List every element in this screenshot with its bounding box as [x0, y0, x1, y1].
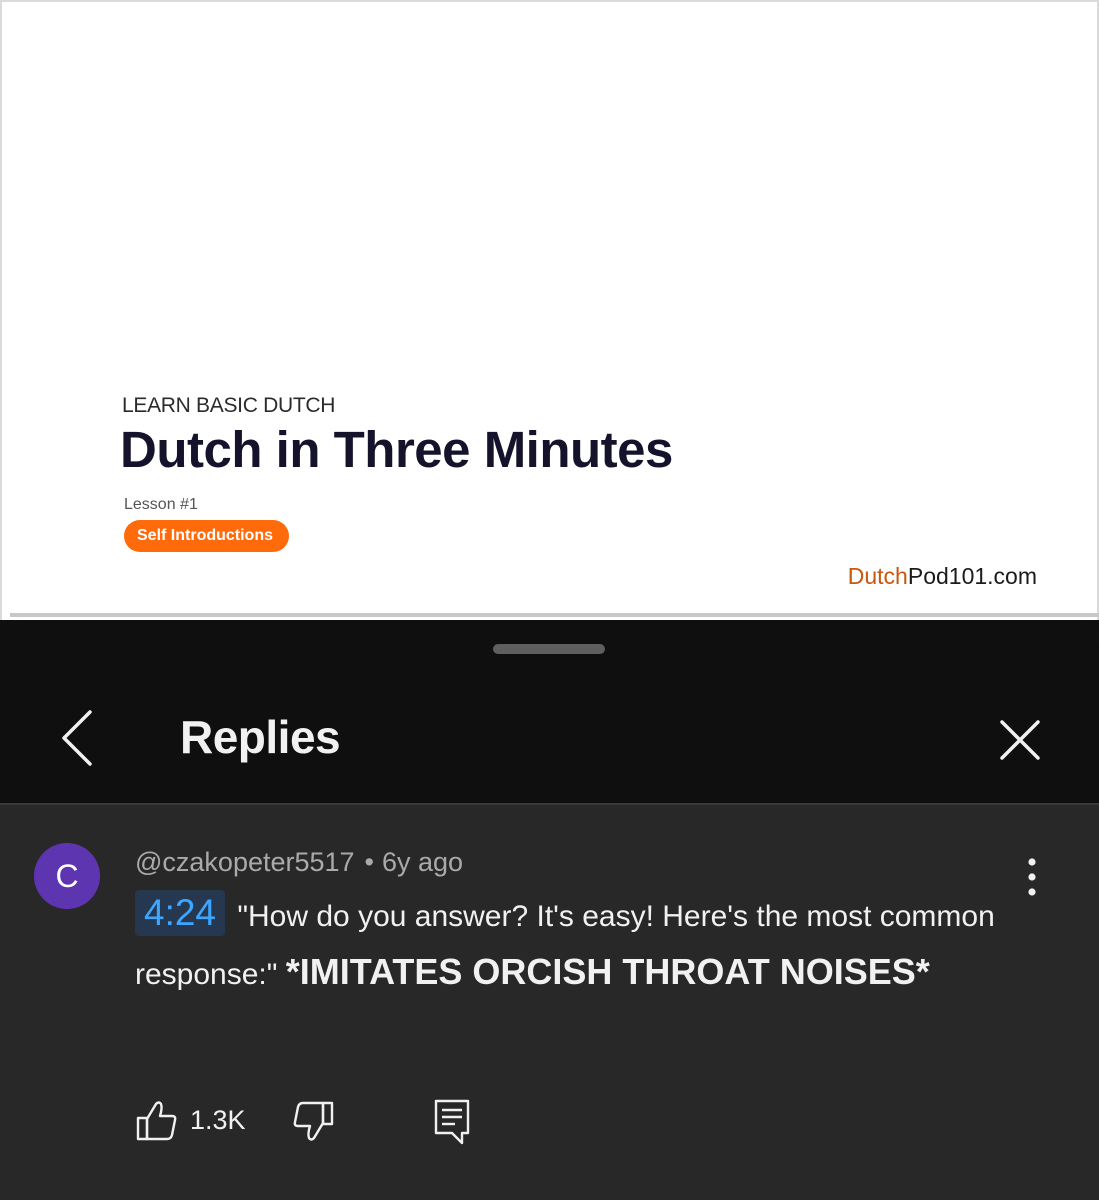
- thumbs-down-icon: [293, 1101, 334, 1141]
- comment-item: C @czakopeter5517 • 6y ago 4:24 "How do yo…: [0, 805, 1099, 1200]
- like-button[interactable]: [135, 1099, 179, 1143]
- reply-comment-icon: [434, 1099, 470, 1145]
- meta-separator: •: [364, 847, 374, 877]
- brand-part-2: Pod101.com: [907, 563, 1037, 589]
- comment-age: 6y ago: [382, 847, 464, 877]
- video-kicker: LEARN BASIC DUTCH: [122, 394, 336, 417]
- timestamp-link[interactable]: 4:24: [135, 890, 226, 936]
- video-title: Dutch in Three Minutes: [120, 421, 673, 478]
- comment-text: 4:24 "How do you answer? It's easy! Here…: [135, 889, 1035, 1002]
- reply-button[interactable]: [431, 1097, 475, 1147]
- lesson-number: Lesson #1: [124, 496, 198, 513]
- sheet-title: Replies: [180, 711, 341, 763]
- video-progress-track: [10, 613, 1099, 617]
- like-count: 1.3K: [190, 1105, 246, 1135]
- brand-logo: DutchPod101.com: [848, 563, 1037, 590]
- brand-part-1: Dutch: [847, 563, 908, 589]
- avatar[interactable]: C: [34, 843, 100, 909]
- thumbs-up-icon: [136, 1101, 177, 1141]
- replies-sheet: Replies C @czakopeter5517 • 6y ago 4:24 "H…: [0, 622, 1099, 1200]
- chevron-left-icon: [62, 710, 92, 766]
- drag-handle[interactable]: [493, 644, 605, 654]
- video-player[interactable]: LEARN BASIC DUTCH Dutch in Three Minutes…: [0, 0, 1099, 620]
- comment-text-bold: *IMITATES ORCISH THROAT NOISES*: [285, 951, 930, 992]
- topic-badge: Self Introductions: [124, 520, 289, 552]
- back-button[interactable]: [52, 708, 104, 768]
- sheet-header: Replies: [0, 622, 1099, 805]
- dislike-button[interactable]: [291, 1099, 335, 1143]
- close-button[interactable]: [994, 714, 1046, 766]
- comment-author[interactable]: @czakopeter5517: [135, 847, 355, 877]
- comment-meta: @czakopeter5517 • 6y ago: [135, 847, 463, 878]
- close-icon: [1000, 720, 1040, 760]
